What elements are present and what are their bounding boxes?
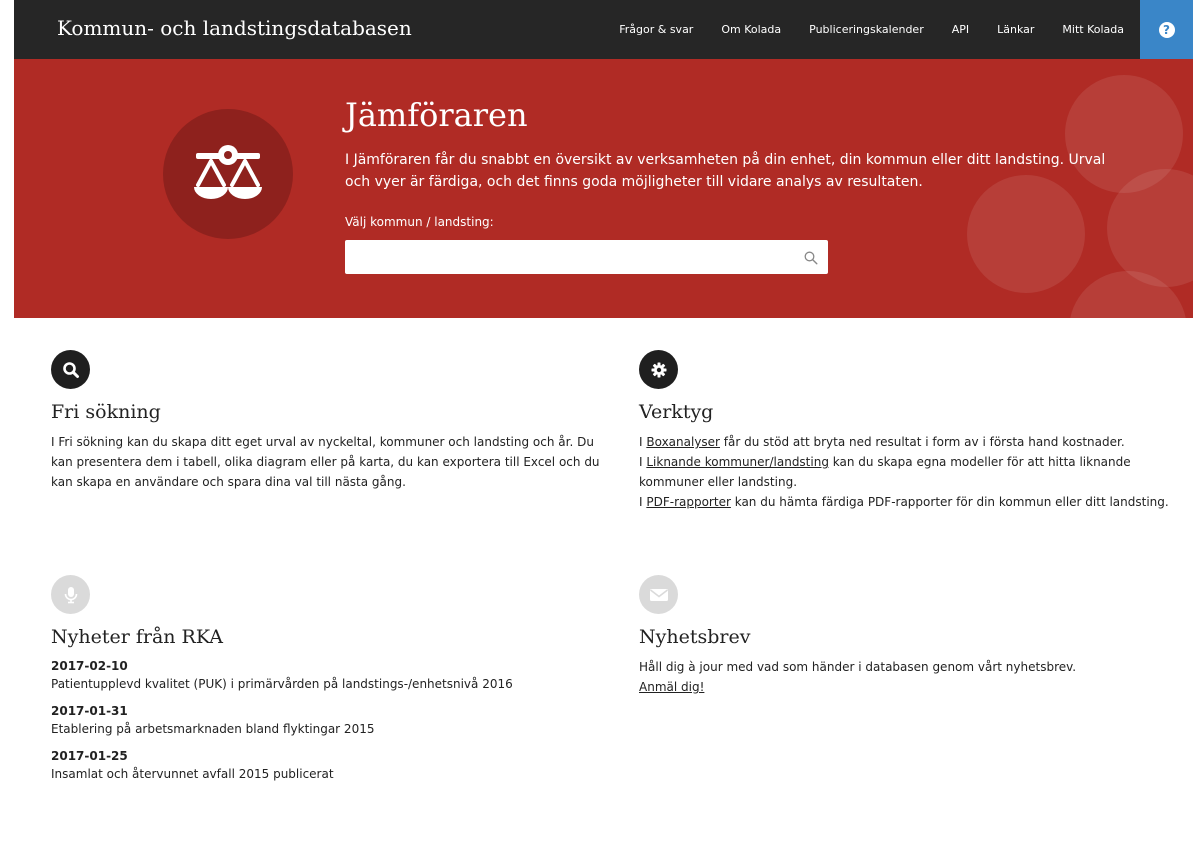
nav-item-mitt-kolada[interactable]: Mitt Kolada xyxy=(1062,23,1124,36)
search-icon[interactable] xyxy=(804,250,818,265)
hero-description: I Jämföraren får du snabbt en översikt a… xyxy=(345,152,1106,190)
section-text-verktyg: I Boxanalyser får du stöd att bryta ned … xyxy=(639,432,1169,512)
section-verktyg: Verktyg I Boxanalyser får du stöd att br… xyxy=(639,350,1169,512)
news-item[interactable]: 2017-02-10 Patientupplevd kvalitet (PUK)… xyxy=(51,657,611,693)
section-title-nyhetsbrev: Nyhetsbrev xyxy=(639,626,751,648)
news-list: 2017-02-10 Patientupplevd kvalitet (PUK)… xyxy=(51,657,611,783)
section-title-fri-sokning[interactable]: Fri sökning xyxy=(51,401,611,423)
section-icon-fri-sokning[interactable] xyxy=(51,350,90,389)
news-title[interactable]: Patientupplevd kvalitet (PUK) i primärvå… xyxy=(51,675,611,693)
link-boxanalyser[interactable]: Boxanalyser xyxy=(646,435,720,449)
municipality-search-input[interactable] xyxy=(345,240,828,274)
news-item[interactable]: 2017-01-31 Etablering på arbetsmarknaden… xyxy=(51,702,611,738)
scales-icon xyxy=(194,145,262,199)
section-title-nyheter: Nyheter från RKA xyxy=(51,626,224,648)
municipality-search-box xyxy=(345,240,828,274)
gear-icon xyxy=(651,362,666,377)
search-icon xyxy=(62,361,79,378)
main-nav: Frågor & svar Om Kolada Publiceringskale… xyxy=(591,0,1193,59)
nav-item-api[interactable]: API xyxy=(952,23,969,36)
section-title-verktyg: Verktyg xyxy=(639,401,714,423)
scales-logo xyxy=(163,109,293,239)
tool-line-boxanalyser: I Boxanalyser får du stöd att bryta ned … xyxy=(639,435,1125,449)
news-date: 2017-02-10 xyxy=(51,659,128,673)
news-date: 2017-01-31 xyxy=(51,704,128,718)
section-fri-sokning: Fri sökning I Fri sökning kan du skapa d… xyxy=(51,350,611,492)
search-label: Välj kommun / landsting: xyxy=(345,215,494,229)
help-button[interactable]: ? xyxy=(1140,0,1193,59)
site-title[interactable]: Kommun- och landstingsdatabasen xyxy=(57,16,412,40)
page-title: Jämföraren xyxy=(345,96,528,134)
top-navigation-bar: Kommun- och landstingsdatabasen Frågor &… xyxy=(14,0,1193,59)
microphone-icon xyxy=(64,586,77,603)
news-title[interactable]: Insamlat och återvunnet avfall 2015 publ… xyxy=(51,765,611,783)
hero-banner: Jämföraren I Jämföraren får du snabbt en… xyxy=(14,59,1193,318)
section-text-fri-sokning: I Fri sökning kan du skapa ditt eget urv… xyxy=(51,435,600,489)
envelope-icon xyxy=(649,588,668,601)
section-nyheter: Nyheter från RKA 2017-02-10 Patientupple… xyxy=(51,575,611,783)
section-text-nyhetsbrev: Håll dig à jour med vad som händer i dat… xyxy=(639,657,1169,697)
nav-item-fragor-svar[interactable]: Frågor & svar xyxy=(619,23,693,36)
section-nyhetsbrev: Nyhetsbrev Håll dig à jour med vad som h… xyxy=(639,575,1169,697)
section-icon-verktyg[interactable] xyxy=(639,350,678,389)
link-pdf-rapporter[interactable]: PDF-rapporter xyxy=(646,495,731,509)
tool-line-liknande: I Liknande kommuner/landsting kan du ska… xyxy=(639,455,1131,489)
news-date: 2017-01-25 xyxy=(51,749,128,763)
newsletter-description: Håll dig à jour med vad som händer i dat… xyxy=(639,660,1077,674)
nav-item-om-kolada[interactable]: Om Kolada xyxy=(721,23,781,36)
news-title[interactable]: Etablering på arbetsmarknaden bland flyk… xyxy=(51,720,611,738)
nav-item-publiceringskalender[interactable]: Publiceringskalender xyxy=(809,23,924,36)
link-liknande-kommuner[interactable]: Liknande kommuner/landsting xyxy=(646,455,829,469)
help-icon: ? xyxy=(1158,21,1175,38)
nav-item-lankar[interactable]: Länkar xyxy=(997,23,1034,36)
newsletter-signup-link[interactable]: Anmäl dig! xyxy=(639,680,704,694)
section-icon-nyheter xyxy=(51,575,90,614)
news-item[interactable]: 2017-01-25 Insamlat och återvunnet avfal… xyxy=(51,747,611,783)
tool-line-pdf: I PDF-rapporter kan du hämta färdiga PDF… xyxy=(639,495,1169,509)
section-icon-nyhetsbrev xyxy=(639,575,678,614)
